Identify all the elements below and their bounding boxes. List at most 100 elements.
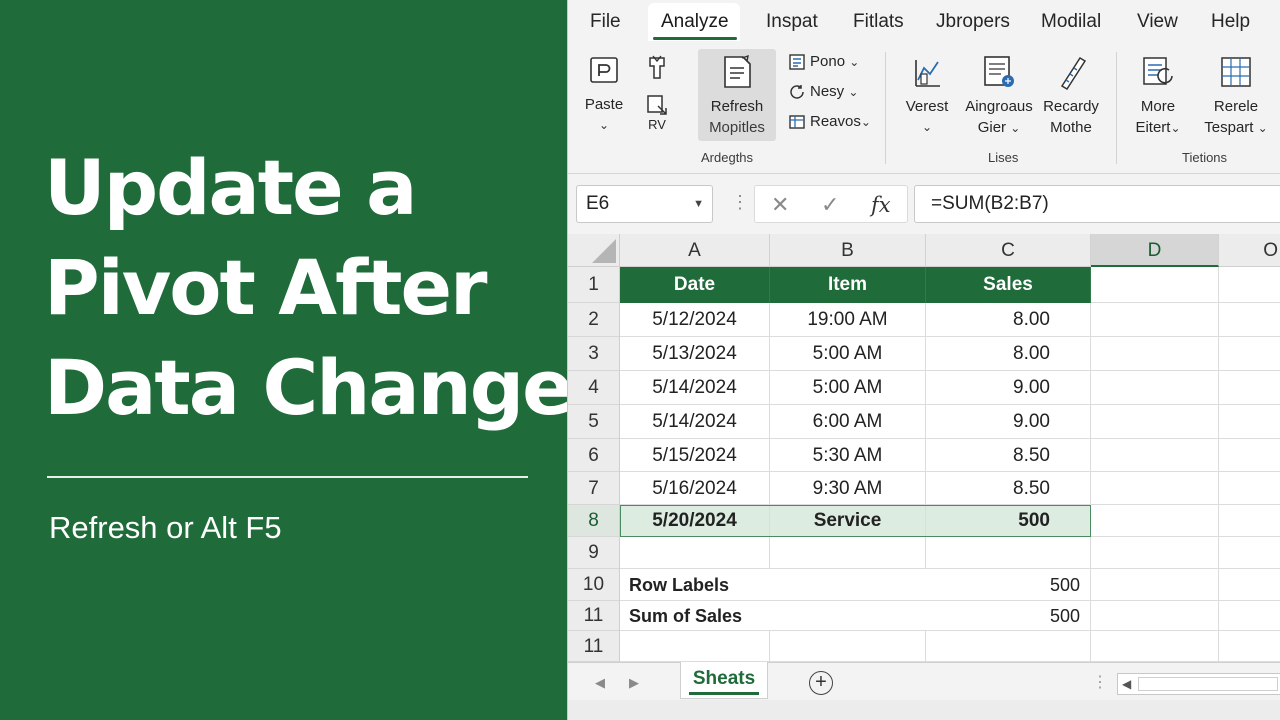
cell[interactable] — [1219, 303, 1280, 337]
name-box[interactable]: E6 ▼ — [576, 185, 713, 223]
cell[interactable] — [1091, 601, 1219, 631]
sales-cell[interactable]: 9.00 — [926, 371, 1091, 405]
aingroaus-button[interactable]: Aingroaus Gier ⌄ — [960, 54, 1038, 139]
item-cell[interactable]: 9:30 AM — [770, 472, 926, 505]
menu-file[interactable]: File — [590, 0, 621, 44]
sales-cell[interactable]: 8.50 — [926, 439, 1091, 472]
column-header-d[interactable]: D — [1091, 234, 1219, 267]
reavos-button[interactable]: Reavos⌄ — [788, 110, 871, 134]
cell[interactable] — [1219, 439, 1280, 472]
cell[interactable] — [1091, 569, 1219, 601]
select-all-corner[interactable] — [568, 234, 620, 267]
cell[interactable] — [1091, 303, 1219, 337]
cell[interactable] — [1219, 505, 1280, 537]
cell[interactable] — [1219, 337, 1280, 371]
column-header-a[interactable]: A — [620, 234, 770, 267]
recardy-button[interactable]: Recardy Mothe — [1040, 54, 1102, 138]
vertical-dots-icon[interactable]: ⋮ — [1092, 672, 1108, 692]
scroll-left-icon[interactable]: ◀ — [595, 671, 605, 695]
refresh-button[interactable]: Refresh Mopitles — [698, 54, 776, 138]
cell[interactable] — [1091, 631, 1219, 662]
date-cell-new[interactable]: 5/20/2024 — [620, 505, 770, 537]
item-cell[interactable]: 5:30 AM — [770, 439, 926, 472]
sales-cell[interactable]: 8.00 — [926, 337, 1091, 371]
row-header[interactable]: 3 — [568, 337, 620, 371]
enter-icon[interactable]: ✓ — [821, 186, 839, 224]
menu-modilal[interactable]: Modilal — [1041, 0, 1101, 44]
cell[interactable] — [1219, 537, 1280, 569]
cell[interactable] — [1219, 569, 1280, 601]
cancel-icon[interactable]: ✕ — [771, 186, 789, 224]
menu-analyze[interactable]: Analyze — [653, 0, 737, 44]
scroll-right-icon[interactable]: ▶ — [629, 671, 639, 695]
dropdown-arrow-icon[interactable]: ▼ — [693, 186, 704, 222]
row-header[interactable]: 11 — [568, 631, 620, 662]
cell[interactable] — [1091, 267, 1219, 303]
row-header[interactable]: 6 — [568, 439, 620, 472]
row-header[interactable]: 10 — [568, 569, 620, 601]
item-cell[interactable]: 19:00 AM — [770, 303, 926, 337]
cell[interactable] — [1219, 631, 1280, 662]
cell[interactable] — [1091, 439, 1219, 472]
cell[interactable] — [1219, 601, 1280, 631]
menu-inspat[interactable]: Inspat — [766, 0, 818, 44]
menu-view[interactable]: View — [1137, 0, 1178, 44]
cell[interactable] — [770, 537, 926, 569]
pivot-row-labels[interactable]: Row Labels — [620, 569, 926, 601]
table-header-sales[interactable]: Sales — [926, 267, 1091, 303]
cell[interactable] — [1091, 505, 1219, 537]
row-header[interactable]: 7 — [568, 472, 620, 505]
cell[interactable] — [1091, 337, 1219, 371]
table-header-date[interactable]: Date — [620, 267, 770, 303]
cell[interactable] — [620, 631, 770, 662]
menu-jbropers[interactable]: Jbropers — [936, 0, 1010, 44]
item-cell[interactable]: 5:00 AM — [770, 337, 926, 371]
cell[interactable] — [620, 537, 770, 569]
item-cell-new[interactable]: Service — [770, 505, 926, 537]
scroll-left-icon[interactable]: ◀ — [1122, 674, 1131, 694]
sales-cell[interactable]: 8.50 — [926, 472, 1091, 505]
formula-input[interactable]: =SUM(B2:B7) — [914, 185, 1280, 223]
scrollbar-thumb[interactable] — [1138, 677, 1278, 691]
cell[interactable] — [1091, 472, 1219, 505]
pivot-sum-of-sales-value[interactable]: 500 — [926, 601, 1091, 631]
cell[interactable] — [1219, 371, 1280, 405]
sales-cell-new[interactable]: 500 — [926, 505, 1091, 537]
cell[interactable] — [1091, 371, 1219, 405]
cell[interactable] — [926, 537, 1091, 569]
cell[interactable] — [770, 631, 926, 662]
row-header[interactable]: 4 — [568, 371, 620, 405]
row-header[interactable]: 2 — [568, 303, 620, 337]
row-header[interactable]: 9 — [568, 537, 620, 569]
pono-button[interactable]: Pono ⌄ — [788, 50, 859, 74]
column-header-e[interactable]: O — [1219, 234, 1280, 267]
row-header[interactable]: 11 — [568, 601, 620, 631]
date-cell[interactable]: 5/12/2024 — [620, 303, 770, 337]
horizontal-scrollbar[interactable]: ◀ — [1117, 673, 1280, 695]
more-button[interactable]: More Eitert⌄ — [1132, 54, 1184, 139]
column-header-c[interactable]: C — [926, 234, 1091, 267]
item-cell[interactable]: 6:00 AM — [770, 405, 926, 439]
insert-function-icon[interactable]: fx — [871, 186, 891, 224]
column-header-b[interactable]: B — [770, 234, 926, 267]
nesy-button[interactable]: Nesy ⌄ — [788, 80, 858, 104]
row-header-selected[interactable]: 8 — [568, 505, 620, 537]
table-header-item[interactable]: Item — [770, 267, 926, 303]
row-header[interactable]: 5 — [568, 405, 620, 439]
cell[interactable] — [1091, 405, 1219, 439]
menu-fitlats[interactable]: Fitlats — [853, 0, 904, 44]
cell[interactable] — [1091, 537, 1219, 569]
date-cell[interactable]: 5/14/2024 — [620, 371, 770, 405]
item-cell[interactable]: 5:00 AM — [770, 371, 926, 405]
add-sheet-icon[interactable]: + — [809, 671, 833, 695]
sheet-tab-active[interactable]: Sheats — [680, 662, 768, 699]
pivot-row-labels-value[interactable]: 500 — [926, 569, 1091, 601]
cell[interactable] — [1219, 472, 1280, 505]
date-cell[interactable]: 5/13/2024 — [620, 337, 770, 371]
cell[interactable] — [926, 631, 1091, 662]
verest-button[interactable]: Verest ⌄ — [902, 54, 952, 138]
cell[interactable] — [1219, 405, 1280, 439]
row-header[interactable]: 1 — [568, 267, 620, 303]
pivot-sum-of-sales[interactable]: Sum of Sales — [620, 601, 926, 631]
paste-button[interactable]: Paste ⌄ — [582, 54, 626, 136]
